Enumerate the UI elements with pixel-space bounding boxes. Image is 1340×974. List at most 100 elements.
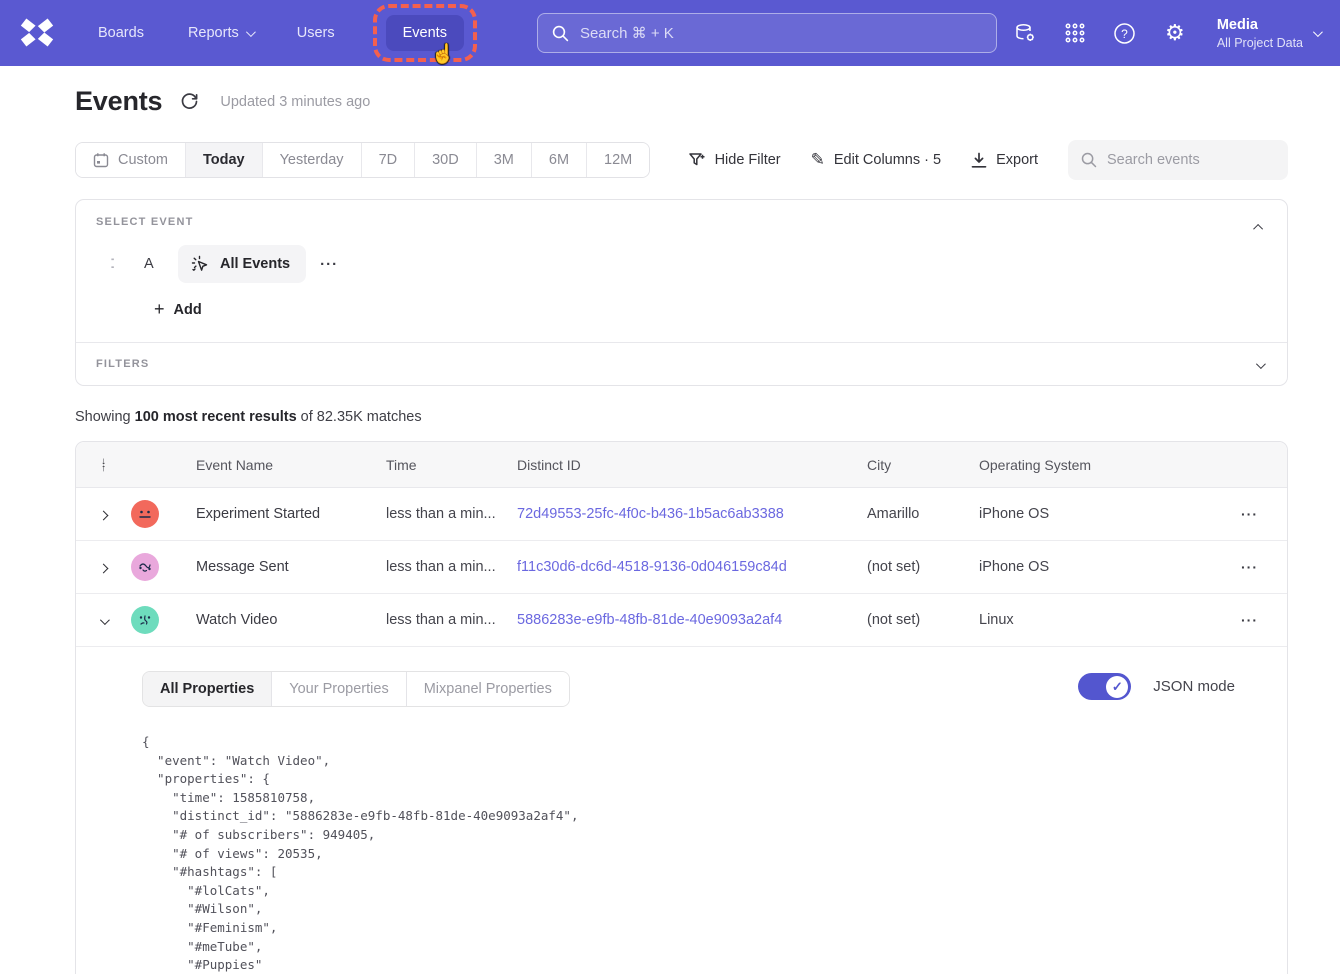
tab-all-properties[interactable]: All Properties [143,672,272,706]
row-menu-button[interactable]: ··· [1241,506,1258,522]
column-header-event-name: Event Name [181,457,386,473]
export-button[interactable]: Export [971,152,1038,169]
cell-city: (not set) [867,612,979,628]
page-title: Events [75,86,162,117]
search-placeholder: Search ⌘ + K [580,24,674,42]
add-event-button[interactable]: + Add [154,299,202,320]
distinct-id-link[interactable]: f11c30d6-dc6d-4518-9136-0d046159c84d [517,559,787,575]
nav-item-users[interactable]: Users [283,15,349,51]
date-option-label: Custom [118,152,168,168]
cell-time: less than a min... [386,506,517,522]
cursor-sparkle-icon [191,255,210,274]
json-mode-toggle[interactable]: ✓ [1078,673,1131,700]
nav-item-reports[interactable]: Reports [174,15,267,51]
chevron-up-icon [1253,223,1263,233]
column-header-os: Operating System [979,457,1212,473]
help-icon[interactable]: ? [1113,21,1137,45]
event-selector-button[interactable]: All Events [178,245,306,283]
data-management-icon[interactable] [1013,21,1037,45]
cell-event-name: Message Sent [181,559,386,575]
cell-time: less than a min... [386,559,517,575]
red-dashed-annotation: Events ☝ [373,4,477,62]
apps-grid-icon[interactable] [1063,21,1087,45]
row-menu-button[interactable]: ··· [1241,559,1258,575]
collapse-rows-icon[interactable]: ↓↑ [101,458,106,472]
top-navbar: Boards Reports Users Events ☝ Search ⌘ +… [0,0,1340,66]
summary-count: 100 most recent results [135,409,297,425]
results-summary: Showing 100 most recent results of 82.35… [75,409,1288,425]
event-avatar [131,606,159,634]
filters-toolbar: Custom Today Yesterday 7D 30D 3M 6M 12M … [75,140,1288,180]
search-icon [552,25,569,42]
nav-item-boards[interactable]: Boards [84,15,158,51]
tab-mixpanel-properties[interactable]: Mixpanel Properties [407,672,569,706]
plus-icon: + [154,299,165,320]
date-option-custom[interactable]: Custom [76,143,186,177]
funnel-plus-icon [688,151,706,169]
refresh-button[interactable] [180,91,202,113]
drag-handle-icon[interactable]: ⁚⁚ [110,259,132,269]
chevron-right-icon [99,563,109,573]
table-row-expanded[interactable]: Watch Video less than a min... 5886283e-… [76,594,1287,647]
cell-city: Amarillo [867,506,979,522]
table-row[interactable]: Message Sent less than a min... f11c30d6… [76,541,1287,594]
cell-distinct-id: 72d49553-25fc-4f0c-b436-1b5ac6ab3388 [517,506,867,522]
date-option-6m[interactable]: 6M [532,143,587,177]
chevron-right-icon [99,510,109,520]
select-event-label: SELECT EVENT [96,216,1267,228]
event-query-row: ⁚⁚ A All Events ··· [96,245,1267,283]
date-option-30d[interactable]: 30D [415,143,477,177]
search-events-input[interactable]: Search events [1068,140,1288,180]
summary-suffix: of 82.35K matches [297,409,422,425]
project-selector[interactable]: Media All Project Data [1217,16,1320,51]
settings-gear-icon[interactable]: ⚙ [1163,21,1187,45]
row-collapse-button[interactable] [93,609,115,631]
svg-text:?: ? [1122,27,1129,41]
date-range-control: Custom Today Yesterday 7D 30D 3M 6M 12M [75,142,650,178]
events-table: ↓↑ Event Name Time Distinct ID City Oper… [75,441,1288,974]
hide-filter-button[interactable]: Hide Filter [688,151,781,169]
select-event-section: SELECT EVENT ⁚⁚ A All Events ··· + Add [76,200,1287,342]
cell-time: less than a min... [386,612,517,628]
tab-your-properties[interactable]: Your Properties [272,672,406,706]
cell-city: (not set) [867,559,979,575]
chevron-down-icon [100,615,110,625]
edit-columns-button[interactable]: ✎ Edit Columns · 5 [811,150,941,170]
chevron-down-icon [1313,27,1323,37]
table-header-row: ↓↑ Event Name Time Distinct ID City Oper… [76,442,1287,488]
json-mode-label: JSON mode [1153,678,1235,695]
last-updated-text: Updated 3 minutes ago [220,94,370,110]
column-header-distinct-id: Distinct ID [517,457,867,473]
column-header-city: City [867,457,979,473]
filters-section[interactable]: FILTERS [76,342,1287,385]
global-search-input[interactable]: Search ⌘ + K [537,13,997,53]
project-scope: All Project Data [1217,35,1303,51]
row-expand-button[interactable] [93,503,115,525]
event-more-menu-button[interactable]: ··· [320,256,338,273]
collapse-section-button[interactable] [1247,214,1271,238]
add-label: Add [174,302,202,318]
column-header-time: Time [386,457,517,473]
filters-label: FILTERS [96,358,149,370]
cell-event-name: Experiment Started [181,506,386,522]
event-detail-panel: All Properties Your Properties Mixpanel … [76,647,1287,974]
cell-event-name: Watch Video [181,612,386,628]
date-option-yesterday[interactable]: Yesterday [263,143,362,177]
table-row[interactable]: Experiment Started less than a min... 72… [76,488,1287,541]
search-events-placeholder: Search events [1107,152,1200,168]
date-option-7d[interactable]: 7D [362,143,416,177]
mixpanel-logo[interactable] [20,16,54,50]
json-mode-control: ✓ JSON mode [1078,673,1235,700]
expand-filters-button[interactable] [1247,352,1271,376]
row-expand-button[interactable] [93,556,115,578]
calendar-icon [93,152,109,168]
event-avatar [131,553,159,581]
row-menu-button[interactable]: ··· [1241,612,1258,628]
date-option-12m[interactable]: 12M [587,143,649,177]
distinct-id-link[interactable]: 5886283e-e9fb-48fb-81de-40e9093a2af4 [517,612,782,628]
page-header: Events Updated 3 minutes ago [75,86,1288,117]
date-option-today[interactable]: Today [186,143,263,177]
cell-distinct-id: 5886283e-e9fb-48fb-81de-40e9093a2af4 [517,612,867,628]
distinct-id-link[interactable]: 72d49553-25fc-4f0c-b436-1b5ac6ab3388 [517,506,784,522]
date-option-3m[interactable]: 3M [477,143,532,177]
